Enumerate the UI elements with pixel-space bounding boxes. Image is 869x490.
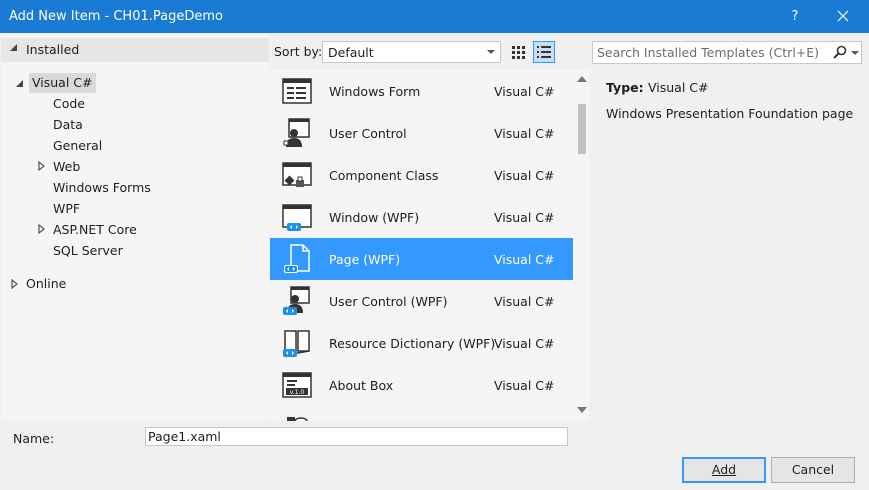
close-button[interactable] <box>828 5 858 27</box>
about-box-icon: v.1.0 <box>282 372 312 398</box>
wpf-window-icon <box>282 204 312 231</box>
template-name: User Control <box>329 126 407 141</box>
close-icon <box>837 10 849 22</box>
template-item[interactable]: Resource Dictionary (WPF) Visual C# <box>270 322 573 364</box>
tree-item-wpf[interactable]: WPF <box>53 199 80 219</box>
wpf-page-icon <box>284 244 310 273</box>
sort-by-label: Sort by: <box>274 44 323 59</box>
template-language: Visual C# <box>494 252 555 267</box>
template-tree: Installed Visual C# Code Data General We… <box>1 34 269 421</box>
scroll-thumb[interactable] <box>578 104 586 154</box>
template-language: Visual C# <box>494 336 555 351</box>
template-name: Window (WPF) <box>329 210 420 225</box>
template-item[interactable]: v.1.0 About Box Visual C# <box>270 364 573 406</box>
tree-item-general[interactable]: General <box>53 136 102 156</box>
template-name: Resource Dictionary (WPF) <box>329 336 496 351</box>
template-name: Component Class <box>329 168 439 183</box>
scroll-down-icon[interactable] <box>577 407 587 413</box>
sort-by-value: Default <box>328 45 374 60</box>
tree-item-visual-csharp[interactable]: Visual C# <box>29 73 96 93</box>
help-button[interactable]: ? <box>782 6 808 28</box>
add-button[interactable]: Add <box>682 457 766 483</box>
sort-by-dropdown[interactable]: Default <box>322 41 501 63</box>
chevron-down-icon[interactable] <box>851 51 859 55</box>
expanded-arrow-icon <box>16 80 23 87</box>
template-item[interactable]: Window (WPF) Visual C# <box>270 196 573 238</box>
template-item-partial[interactable] <box>270 406 573 421</box>
template-list-scrollbar[interactable] <box>574 70 589 421</box>
svg-text:v.1.0: v.1.0 <box>290 389 305 396</box>
cancel-button-label: Cancel <box>791 462 835 477</box>
tree-item-code[interactable]: Code <box>53 94 85 114</box>
installed-label: Installed <box>26 42 80 57</box>
tree-item-data[interactable]: Data <box>53 115 83 135</box>
cancel-button[interactable]: Cancel <box>771 457 855 483</box>
search-input[interactable] <box>597 44 827 61</box>
data-icon <box>287 417 308 421</box>
list-view-icon <box>537 46 551 58</box>
resource-dictionary-icon <box>283 330 310 357</box>
wpf-user-control-icon <box>283 286 310 315</box>
grid-view-icon <box>512 46 525 59</box>
window-title: Add New Item - CH01.PageDemo <box>9 9 223 24</box>
template-details: Type: Visual C# Windows Presentation Fou… <box>592 70 869 421</box>
small-icons-view-button[interactable] <box>507 41 529 63</box>
title-bar: Add New Item - CH01.PageDemo ? <box>0 0 869 33</box>
component-class-icon <box>282 162 312 187</box>
template-language: Visual C# <box>494 126 555 141</box>
list-view-button[interactable] <box>533 41 555 63</box>
tree-item-windows-forms[interactable]: Windows Forms <box>53 178 151 198</box>
tree-item-web[interactable]: Web <box>53 157 80 177</box>
expanded-arrow-icon <box>10 44 17 51</box>
collapsed-arrow-icon[interactable] <box>38 161 45 171</box>
template-language: Visual C# <box>494 84 555 99</box>
chevron-down-icon <box>487 50 495 54</box>
collapsed-arrow-icon[interactable] <box>38 224 45 234</box>
template-description: Windows Presentation Foundation page <box>606 106 854 121</box>
scroll-up-icon[interactable] <box>577 76 587 82</box>
template-language: Visual C# <box>494 168 555 183</box>
template-item-selected[interactable]: Page (WPF) Visual C# <box>270 238 573 280</box>
installed-header[interactable]: Installed <box>1 38 269 62</box>
template-name: Windows Form <box>329 84 421 99</box>
template-name: About Box <box>329 378 394 393</box>
search-icon[interactable] <box>833 45 847 59</box>
type-value: Visual C# <box>648 80 709 95</box>
template-item[interactable]: User Control Visual C# <box>270 112 573 154</box>
type-label: Type: <box>606 80 644 95</box>
tree-item-sql-server[interactable]: SQL Server <box>53 241 123 261</box>
template-language: Visual C# <box>494 378 555 393</box>
tree-item-aspnet-core[interactable]: ASP.NET Core <box>53 220 137 240</box>
template-item[interactable]: User Control (WPF) Visual C# <box>270 280 573 322</box>
template-language: Visual C# <box>494 294 555 309</box>
template-list: Windows Form Visual C# User Control Visu… <box>270 70 588 421</box>
template-name: Page (WPF) <box>329 252 401 267</box>
search-box[interactable] <box>592 41 862 64</box>
user-control-icon <box>283 118 310 147</box>
name-label: Name: <box>13 431 55 446</box>
name-input[interactable] <box>145 427 568 446</box>
template-language: Visual C# <box>494 210 555 225</box>
windows-form-icon <box>282 78 312 104</box>
template-item[interactable]: Component Class Visual C# <box>270 154 573 196</box>
tree-item-online[interactable]: Online <box>26 274 66 294</box>
collapsed-arrow-icon[interactable] <box>11 279 18 289</box>
template-name: User Control (WPF) <box>329 294 448 309</box>
add-button-label: Add <box>711 462 737 477</box>
template-item[interactable]: Windows Form Visual C# <box>270 70 573 112</box>
